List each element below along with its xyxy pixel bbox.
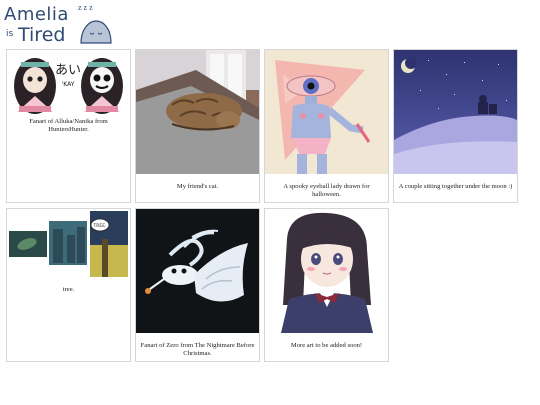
- gallery-card-tree[interactable]: TREE. tree.: [6, 208, 131, 362]
- card-caption: A spooky eyeball lady drawn for hallowee…: [283, 183, 370, 198]
- artwork-moon-couple: [394, 50, 517, 174]
- artwork-cat: [136, 50, 259, 174]
- sleep-z-icon: z z z: [78, 3, 93, 12]
- card-caption: Fanart of Alluka/Nanika from HuntersHunt…: [29, 118, 108, 133]
- logo-tired: Tired: [18, 24, 66, 46]
- card-caption: My friend's cat.: [176, 183, 219, 190]
- gallery-card-alluka[interactable]: あい 'KAY Fanart of Alluka/Nanika from Hun…: [6, 49, 131, 203]
- artwork-text-ai: あい: [55, 63, 81, 78]
- gallery-card-moon-couple[interactable]: A couple sitting together under the moon…: [393, 49, 518, 203]
- gallery-card-zero[interactable]: Fanart of Zero from The Nightmare Before…: [135, 208, 260, 362]
- sleepy-blob-icon: [80, 20, 112, 44]
- card-caption: A couple sitting together under the moon…: [398, 183, 513, 190]
- site-logo[interactable]: Amelia is Tired z z z: [4, 2, 114, 48]
- card-caption: Fanart of Zero from The Nightmare Before…: [140, 342, 255, 357]
- artwork-alluka: あい 'KAY: [7, 50, 130, 174]
- artwork-text-kay: 'KAY: [62, 81, 75, 88]
- gallery-card-coming-soon[interactable]: More art to be added soon!: [264, 208, 389, 362]
- artwork-eyeball-lady: [265, 50, 388, 174]
- card-caption: More art to be added soon!: [290, 342, 363, 349]
- artwork-text-tree: TREE.: [93, 223, 107, 229]
- card-caption: tree.: [62, 286, 75, 293]
- gallery-card-cat[interactable]: My friend's cat.: [135, 49, 260, 203]
- logo-is: is: [6, 29, 14, 39]
- gallery-card-eyeball-lady[interactable]: A spooky eyeball lady drawn for hallowee…: [264, 49, 389, 203]
- artwork-zero: [136, 209, 259, 333]
- artwork-komi: [265, 209, 388, 333]
- logo-amelia: Amelia: [4, 4, 69, 25]
- artwork-tree: TREE.: [7, 209, 130, 333]
